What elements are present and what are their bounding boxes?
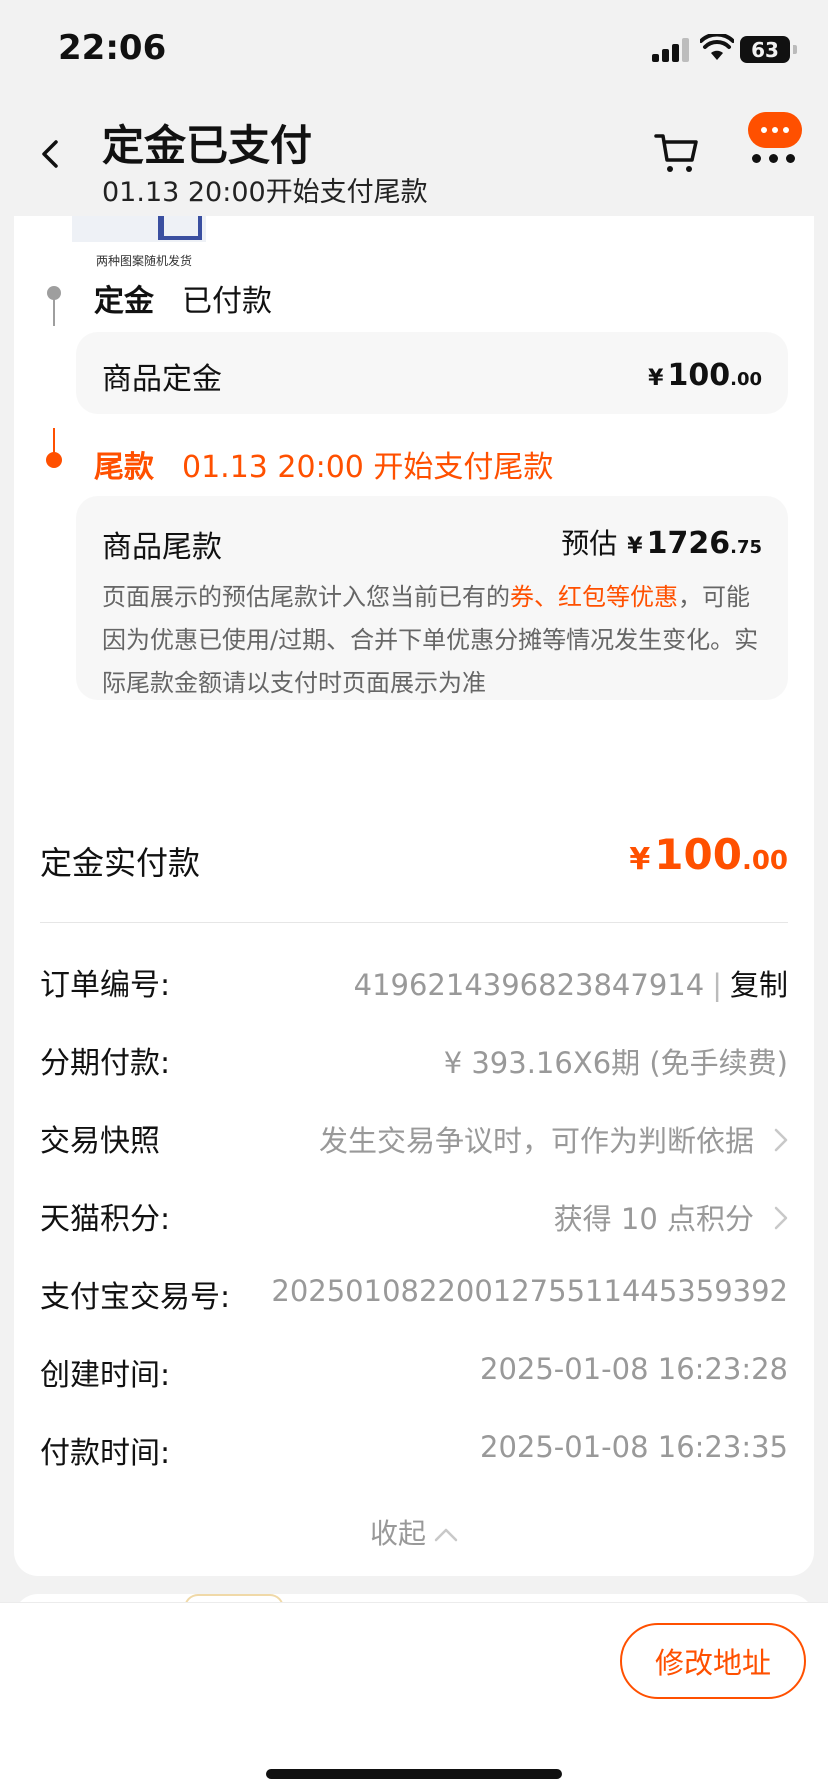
final-payment-note: 页面展示的预估尾款计入您当前已有的券、红包等优惠，可能因为优惠已使用/过期、合并… [102, 576, 772, 705]
collapse-button[interactable]: 收起 [14, 1512, 814, 1552]
note-prefix: 页面展示的预估尾款计入您当前已有的 [102, 583, 510, 611]
deposit-item-label: 商品定金 [102, 362, 222, 397]
deposit-stage-status: 已付款 [182, 284, 272, 319]
created-time-row: 创建时间: 2025-01-08 16:23:28 [40, 1350, 788, 1400]
timeline-line-deposit [53, 298, 55, 326]
home-indicator [266, 1769, 562, 1779]
price-integer: 100 [667, 358, 731, 393]
order-number-value-group: 4196214396823847914 | 复制 [354, 962, 788, 1004]
points-value: 获得 10 点积分 [553, 1202, 754, 1236]
final-item-price: 预估 ¥1726.75 [561, 522, 762, 562]
paid-time-row: 付款时间: 2025-01-08 16:23:35 [40, 1428, 788, 1478]
created-time-value: 2025-01-08 16:23:28 [480, 1352, 788, 1386]
installment-row: 分期付款: ¥ 393.16X6期 (免手续费) [40, 1038, 788, 1088]
deposit-paid-price: ¥100.00 [629, 830, 788, 879]
currency-symbol: ¥ [627, 534, 643, 559]
paid-time-value: 2025-01-08 16:23:35 [480, 1430, 788, 1464]
currency-symbol: ¥ [648, 366, 664, 391]
price-decimal: .75 [730, 537, 762, 558]
copy-button[interactable]: 复制 [730, 968, 788, 1002]
final-stage-label: 尾款 [94, 450, 154, 485]
price-decimal: .00 [730, 369, 762, 390]
deposit-paid-label: 定金实付款 [40, 844, 201, 882]
installment-value: ¥ 393.16X6期 (免手续费) [443, 1046, 788, 1080]
chevron-right-icon [774, 1128, 788, 1152]
battery-icon: 63 [740, 36, 797, 63]
more-options-button[interactable] [746, 112, 802, 170]
final-item-box: 商品尾款 预估 ¥1726.75 页面展示的预估尾款计入您当前已有的券、红包等优惠… [76, 496, 788, 700]
wifi-icon [700, 34, 734, 60]
page-subtitle: 01.13 20:00开始支付尾款 [102, 177, 428, 208]
order-number-row: 订单编号: 4196214396823847914 | 复制 [40, 960, 788, 1010]
created-time-label: 创建时间: [40, 1358, 171, 1393]
alipay-number-value: 2025010822001275511445359392 [271, 1274, 788, 1308]
cart-icon[interactable] [654, 130, 700, 174]
deposit-item-box: 商品定金 ¥100.00 [76, 332, 788, 414]
estimate-label: 预估 [561, 527, 618, 560]
collapse-label: 收起 [369, 1517, 426, 1550]
product-image[interactable] [72, 216, 206, 242]
status-time: 22:06 [58, 28, 167, 68]
status-bar: 22:06 63 [0, 0, 828, 100]
header: 定金已支付 01.13 20:00开始支付尾款 [0, 100, 828, 216]
paid-time-label: 付款时间: [40, 1436, 171, 1471]
timeline-dot-final [46, 452, 62, 468]
final-item-label: 商品尾款 [102, 530, 222, 565]
modify-address-button[interactable]: 修改地址 [620, 1623, 806, 1699]
chevron-right-icon [774, 1206, 788, 1230]
divider [40, 922, 788, 923]
points-row[interactable]: 天猫积分: 获得 10 点积分 [40, 1194, 788, 1244]
currency-symbol: ¥ [629, 842, 651, 877]
price-integer: 100 [654, 830, 742, 879]
order-detail-card: 两种图案随机发货 定金 已付款 商品定金 ¥100.00 尾款 01.13 20… [14, 216, 814, 1576]
order-number-label: 订单编号: [40, 968, 171, 1003]
deposit-item-price: ¥100.00 [648, 358, 762, 393]
alipay-number-label: 支付宝交易号: [40, 1280, 231, 1315]
price-decimal: .00 [741, 846, 788, 876]
more-dots-icon [750, 154, 798, 164]
snapshot-value: 发生交易争议时，可作为判断依据 [318, 1124, 754, 1158]
installment-label: 分期付款: [40, 1046, 171, 1081]
order-number-value: 4196214396823847914 [353, 968, 705, 1002]
copy-separator: | [712, 968, 722, 1002]
note-highlight: 券、红包等优惠 [510, 583, 678, 611]
product-caption: 两种图案随机发货 [96, 254, 193, 268]
snapshot-label: 交易快照 [40, 1124, 160, 1159]
product-image-graphic [158, 216, 202, 240]
final-stage-status: 01.13 20:00 开始支付尾款 [182, 450, 554, 485]
battery-level: 63 [751, 37, 779, 62]
message-bubble-icon [748, 112, 802, 148]
chevron-up-icon [434, 1528, 458, 1542]
cellular-signal-icon [652, 38, 692, 62]
page-title: 定金已支付 [102, 121, 313, 170]
deposit-stage-label: 定金 [94, 284, 154, 319]
snapshot-row[interactable]: 交易快照 发生交易争议时，可作为判断依据 [40, 1116, 788, 1166]
price-integer: 1726 [646, 526, 731, 561]
back-arrow-icon[interactable] [36, 134, 66, 174]
points-label: 天猫积分: [40, 1202, 171, 1237]
alipay-number-row: 支付宝交易号: 2025010822001275511445359392 [40, 1272, 788, 1322]
bottom-action-bar: 修改地址 [0, 1602, 828, 1792]
